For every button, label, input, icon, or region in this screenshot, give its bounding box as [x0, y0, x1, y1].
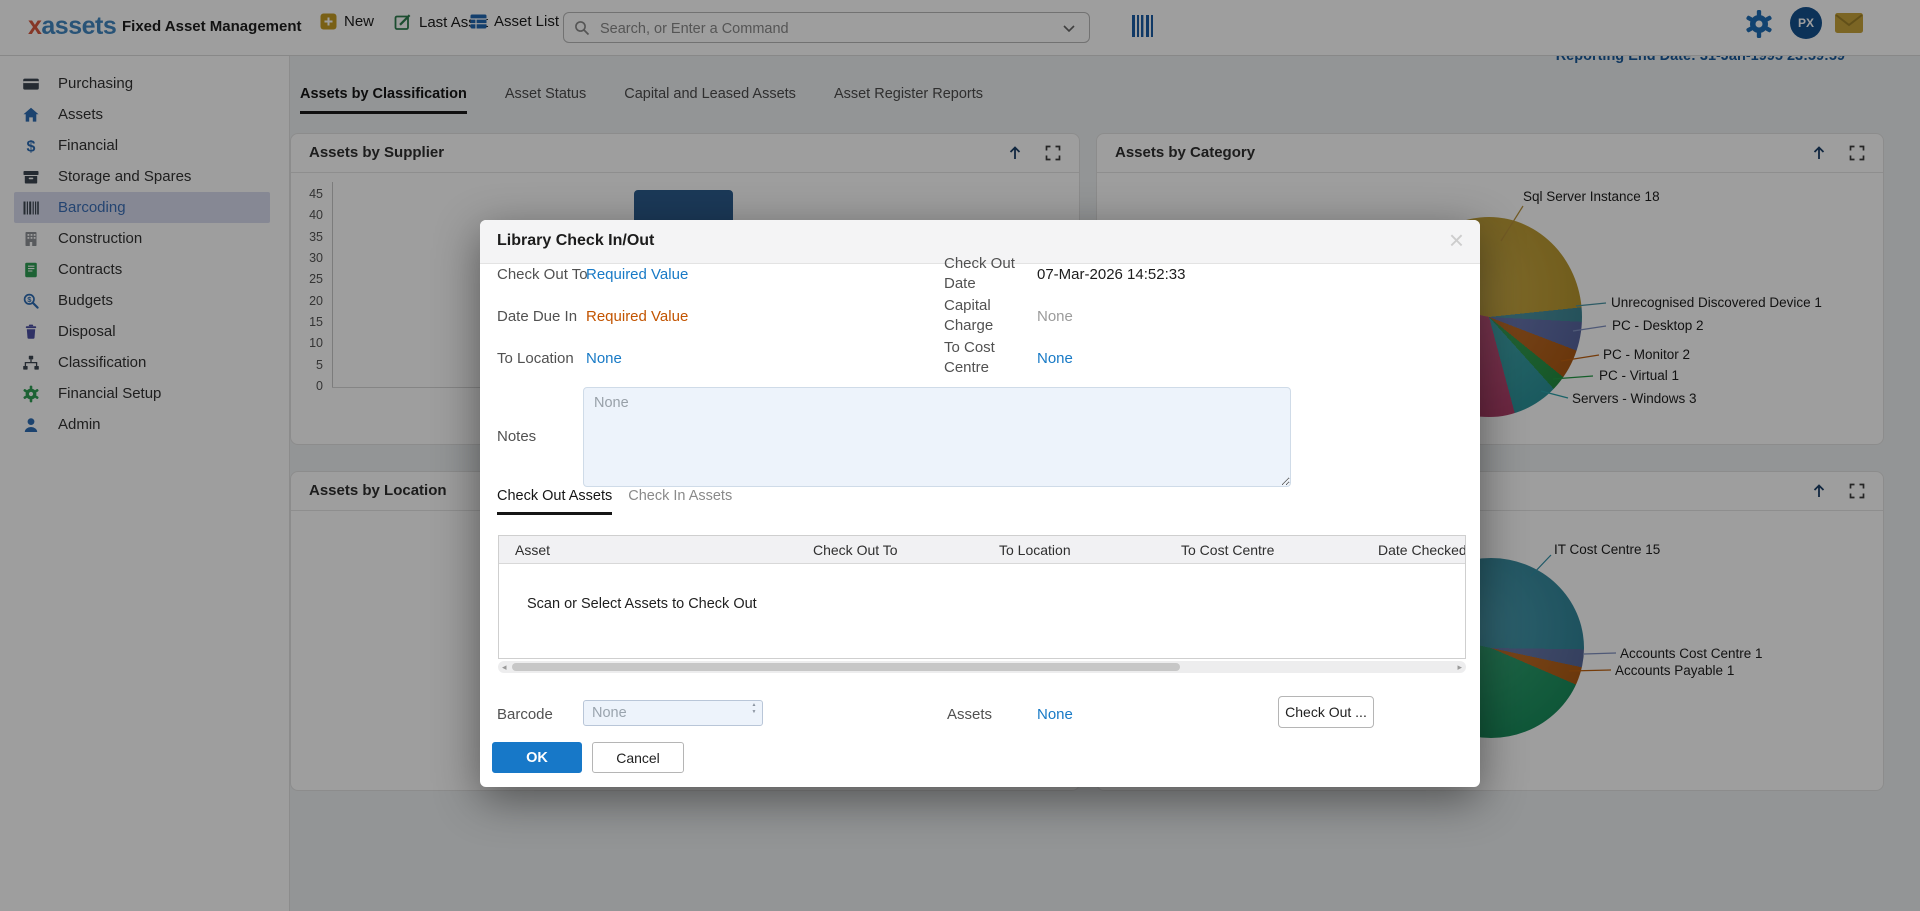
barcode-label: Barcode — [497, 705, 553, 725]
grid-header-row: Asset Check Out To To Location To Cost C… — [499, 536, 1465, 564]
assets-label: Assets — [947, 705, 992, 725]
scroll-left-icon[interactable]: ◂ — [502, 661, 507, 673]
spin-down-icon[interactable]: ▼ — [752, 709, 757, 715]
dialog-tabs: Check Out Assets Check In Assets — [497, 488, 732, 515]
capital-charge-label: Capital Charge — [944, 296, 1026, 336]
column-header-asset: Asset — [515, 542, 550, 558]
check-out-date-label: Check Out Date — [944, 254, 1026, 294]
grid-empty-message: Scan or Select Assets to Check Out — [527, 596, 757, 612]
spin-up-icon[interactable]: ▲ — [752, 702, 757, 708]
capital-charge-value: None — [1037, 307, 1073, 327]
to-cost-centre-value[interactable]: None — [1037, 349, 1073, 369]
notes-label: Notes — [497, 427, 536, 447]
dialog-title: Library Check In/Out — [497, 232, 654, 250]
tab-check-in-assets[interactable]: Check In Assets — [628, 488, 732, 515]
column-header-to-location: To Location — [999, 542, 1071, 558]
library-check-in-out-dialog: Library Check In/Out × Check Out To Requ… — [480, 220, 1480, 787]
check-out-to-label: Check Out To — [497, 265, 588, 285]
ok-button[interactable]: OK — [492, 742, 582, 773]
date-due-in-label: Date Due In — [497, 307, 577, 327]
app-window: xassets Fixed Asset Management New Last … — [0, 0, 1920, 911]
cancel-button[interactable]: Cancel — [592, 742, 684, 773]
to-cost-centre-label: To Cost Centre — [944, 338, 1026, 378]
notes-textarea[interactable] — [583, 387, 1291, 487]
assets-grid: Asset Check Out To To Location To Cost C… — [498, 535, 1466, 659]
check-out-date-value: 07-Mar-2026 14:52:33 — [1037, 265, 1185, 285]
tab-check-out-assets[interactable]: Check Out Assets — [497, 488, 612, 515]
column-header-check-out-to: Check Out To — [813, 542, 898, 558]
to-location-value[interactable]: None — [586, 349, 622, 369]
barcode-input[interactable] — [583, 700, 763, 726]
check-out-to-value[interactable]: Required Value — [586, 265, 688, 285]
scrollbar-thumb[interactable] — [512, 663, 1180, 671]
date-due-in-value[interactable]: Required Value — [586, 307, 688, 327]
spinner-icons[interactable]: ▲▼ — [748, 702, 760, 715]
assets-value[interactable]: None — [1037, 705, 1073, 725]
column-header-to-cost-centre: To Cost Centre — [1181, 542, 1274, 558]
check-out-button[interactable]: Check Out ... — [1278, 696, 1374, 728]
scroll-right-icon[interactable]: ▸ — [1457, 661, 1462, 673]
column-header-date-checked-out: Date Checked O — [1378, 542, 1466, 558]
to-location-label: To Location — [497, 349, 574, 369]
close-icon[interactable]: × — [1449, 225, 1464, 255]
grid-horizontal-scrollbar[interactable]: ◂ ▸ — [498, 661, 1466, 673]
